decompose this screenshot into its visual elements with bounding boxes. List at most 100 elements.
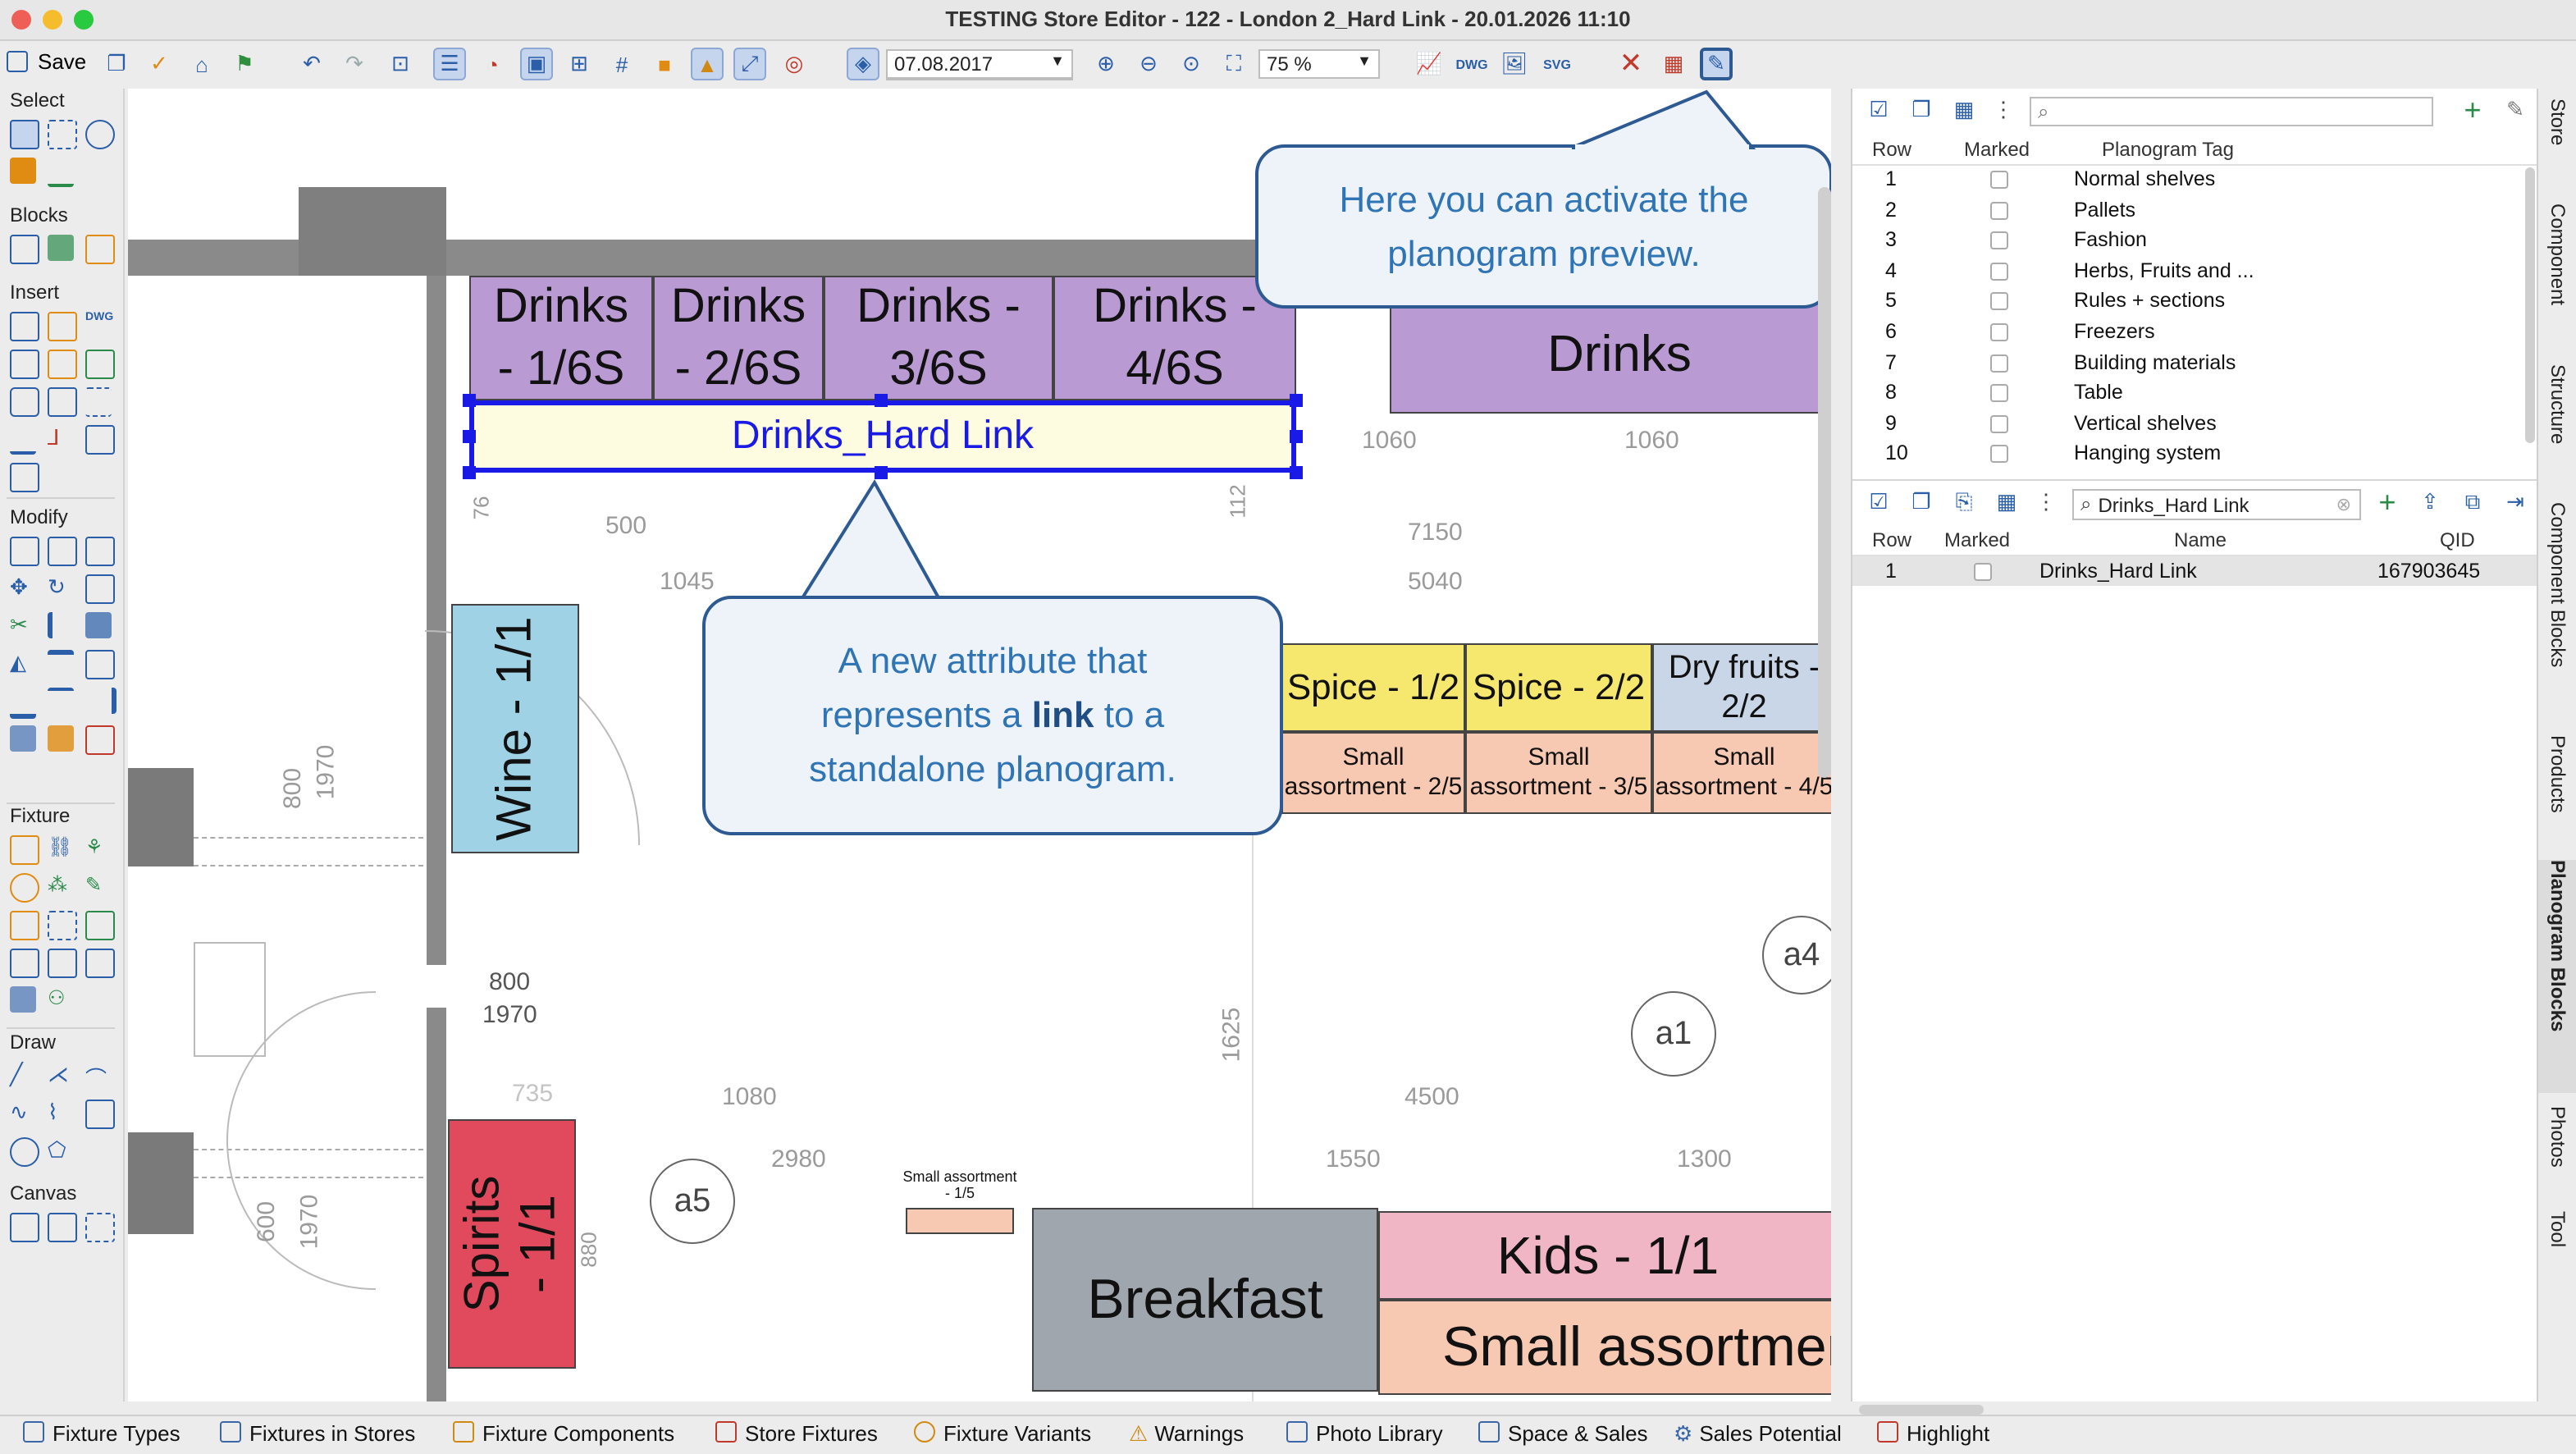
column-header[interactable]: Marked [1944,528,2010,551]
snap-icon[interactable] [85,725,115,755]
table-row[interactable]: 1 Normal shelves [1852,164,2538,194]
table-row[interactable]: 5 Rules + sections [1852,286,2538,317]
row-checkbox[interactable] [1990,201,2008,220]
align-right-icon[interactable] [85,688,116,714]
copy-icon[interactable]: ❐ [1905,486,1938,519]
fixture-drinks-2[interactable]: Drinks - 2/6S [653,276,824,400]
distribute-icon[interactable] [85,612,112,638]
target-icon[interactable]: ◎ [778,48,811,80]
insert-doc-icon[interactable] [48,387,77,417]
draw-circle-icon[interactable] [10,1137,39,1167]
insert-dimension-icon[interactable] [85,387,112,417]
select-point-icon[interactable] [85,120,115,149]
import-icon[interactable]: ⇪ [2414,486,2446,519]
fixture-grid-icon[interactable] [10,835,39,865]
select-layer-icon[interactable] [10,158,36,184]
align-left-icon[interactable] [48,612,79,638]
draw-curve-icon[interactable]: ∿ [10,1100,36,1126]
fixture-tree-icon[interactable]: ⚘ [85,835,112,862]
select-line-icon[interactable] [48,158,74,187]
vertical-scrollbar[interactable] [1818,187,1831,778]
draw-line-icon[interactable]: ╱ [10,1062,36,1088]
resize-handle[interactable] [463,466,476,479]
side-tab-tool[interactable]: Tool [2538,1211,2576,1290]
undo-icon[interactable]: ↶ [295,48,328,80]
bottom-tab-highlight[interactable]: Highlight [1877,1421,1989,1446]
table-settings-icon[interactable]: ▦ [1948,94,1980,126]
fixture-add-icon[interactable] [85,911,115,940]
fixture-list-icon[interactable] [10,949,39,978]
vertical-scrollbar[interactable] [2525,167,2535,443]
table-row[interactable]: 9 Vertical shelves [1852,409,2538,439]
table-settings-icon[interactable]: ▦ [1990,486,2023,519]
block-search-input[interactable]: ⌕ Drinks_Hard Link ⊗ [2072,489,2361,520]
column-header[interactable]: Marked [1964,138,2030,161]
tag-search-input[interactable]: ⌕ [2030,97,2433,126]
row-checkbox[interactable] [1990,354,2008,373]
group-icon[interactable] [10,537,39,566]
fixture-drinks-1[interactable]: Drinks - 1/6S [469,276,653,400]
bottom-tab-fixtures-in-stores[interactable]: Fixtures in Stores [220,1421,415,1446]
bottom-tab-photo-library[interactable]: Photo Library [1286,1421,1443,1446]
edit-icon[interactable]: ✎ [2499,94,2532,126]
insert-list-icon[interactable] [10,350,39,379]
date-layer-icon[interactable]: ◈ [847,48,879,80]
house-icon[interactable]: ⌂ [185,48,218,80]
table-row[interactable]: 4 Herbs, Fruits and ... [1852,256,2538,286]
check-circle-icon[interactable]: ✓ [143,48,176,80]
align-center-icon[interactable] [85,650,115,679]
fixture-spirits[interactable]: Spirits - 1/1 [448,1119,576,1369]
fixture-small-1[interactable] [906,1208,1014,1234]
fixture-round-icon[interactable] [10,873,39,903]
duplicate-icon[interactable]: ⧉ [2456,486,2489,519]
array-icon[interactable] [10,725,36,752]
bottom-tab-space-sales[interactable]: Space & Sales [1478,1421,1648,1446]
fixture-drinks-3[interactable]: Drinks - 3/6S [824,276,1053,400]
column-header[interactable]: QID [2440,528,2475,551]
frame-icon[interactable]: ▣ [520,48,553,80]
resize-handle[interactable] [1290,394,1303,407]
add-icon[interactable]: + [2371,485,2404,519]
block-icon[interactable] [10,235,39,264]
fill-icon[interactable]: ■ [648,48,681,80]
zoom-extent-icon[interactable]: ⛶ [1217,48,1250,80]
zoom-in-icon[interactable]: ⊕ [1089,48,1122,80]
date-select[interactable]: 07.08.2017 ▼ [886,49,1073,79]
fixture-edit-icon[interactable]: ✎ [85,873,112,899]
check-all-icon[interactable]: ☑ [1862,94,1895,126]
block-group-icon[interactable] [85,235,115,264]
row-checkbox[interactable] [1990,262,2008,281]
fixture-dashed-icon[interactable] [48,911,77,940]
side-tab-component-blocks[interactable]: Component Blocks [2538,502,2576,716]
ungroup-icon[interactable] [48,537,77,566]
chart-icon[interactable]: 📈 [1413,48,1446,80]
barcode-icon[interactable]: ▦ [1657,48,1690,80]
fixture-small-2[interactable]: Small assortment - 2/5 [1281,732,1465,814]
image-icon[interactable]: 🖼 [1498,48,1531,80]
insert-text-icon[interactable] [85,350,115,379]
move-icon[interactable]: ✥ [10,574,36,601]
fixture-dry-fruits[interactable]: Dry fruits - 2/2 [1652,643,1831,732]
side-tab-photos[interactable]: Photos [2538,1106,2576,1205]
fixture-table-icon[interactable] [48,949,77,978]
distribute-v-icon[interactable] [48,688,74,717]
select-lasso-icon[interactable] [48,120,77,149]
fixture-spice-2[interactable]: Spice - 2/2 [1465,643,1652,732]
add-icon[interactable]: + [2456,93,2489,126]
draw-polyline-icon[interactable]: ⋌ [48,1062,74,1088]
horizontal-scrollbar[interactable] [1859,1405,1984,1415]
table-row[interactable]: 7 Building materials [1852,347,2538,377]
fixture-link-icon[interactable]: ⛓ [48,835,74,862]
draw-arc-icon[interactable]: ⌒ [85,1062,112,1091]
insert-dwg-icon[interactable]: DWG [85,312,113,338]
insert-camera-icon[interactable] [10,387,39,417]
draw-polygon-icon[interactable]: ⬠ [48,1137,74,1164]
side-tab-products[interactable]: Products [2538,735,2576,844]
table-row[interactable]: 8 Table [1852,377,2538,408]
table-row[interactable]: 3 Fashion [1852,225,2538,255]
row-checkbox[interactable] [1990,445,2008,464]
fixture-kids[interactable]: Kids - 1/1 [1378,1211,1831,1300]
fixture-base-icon[interactable] [10,986,36,1013]
save-button[interactable]: Save [7,49,86,74]
more-options-icon[interactable]: ⋮ [1987,94,2020,126]
